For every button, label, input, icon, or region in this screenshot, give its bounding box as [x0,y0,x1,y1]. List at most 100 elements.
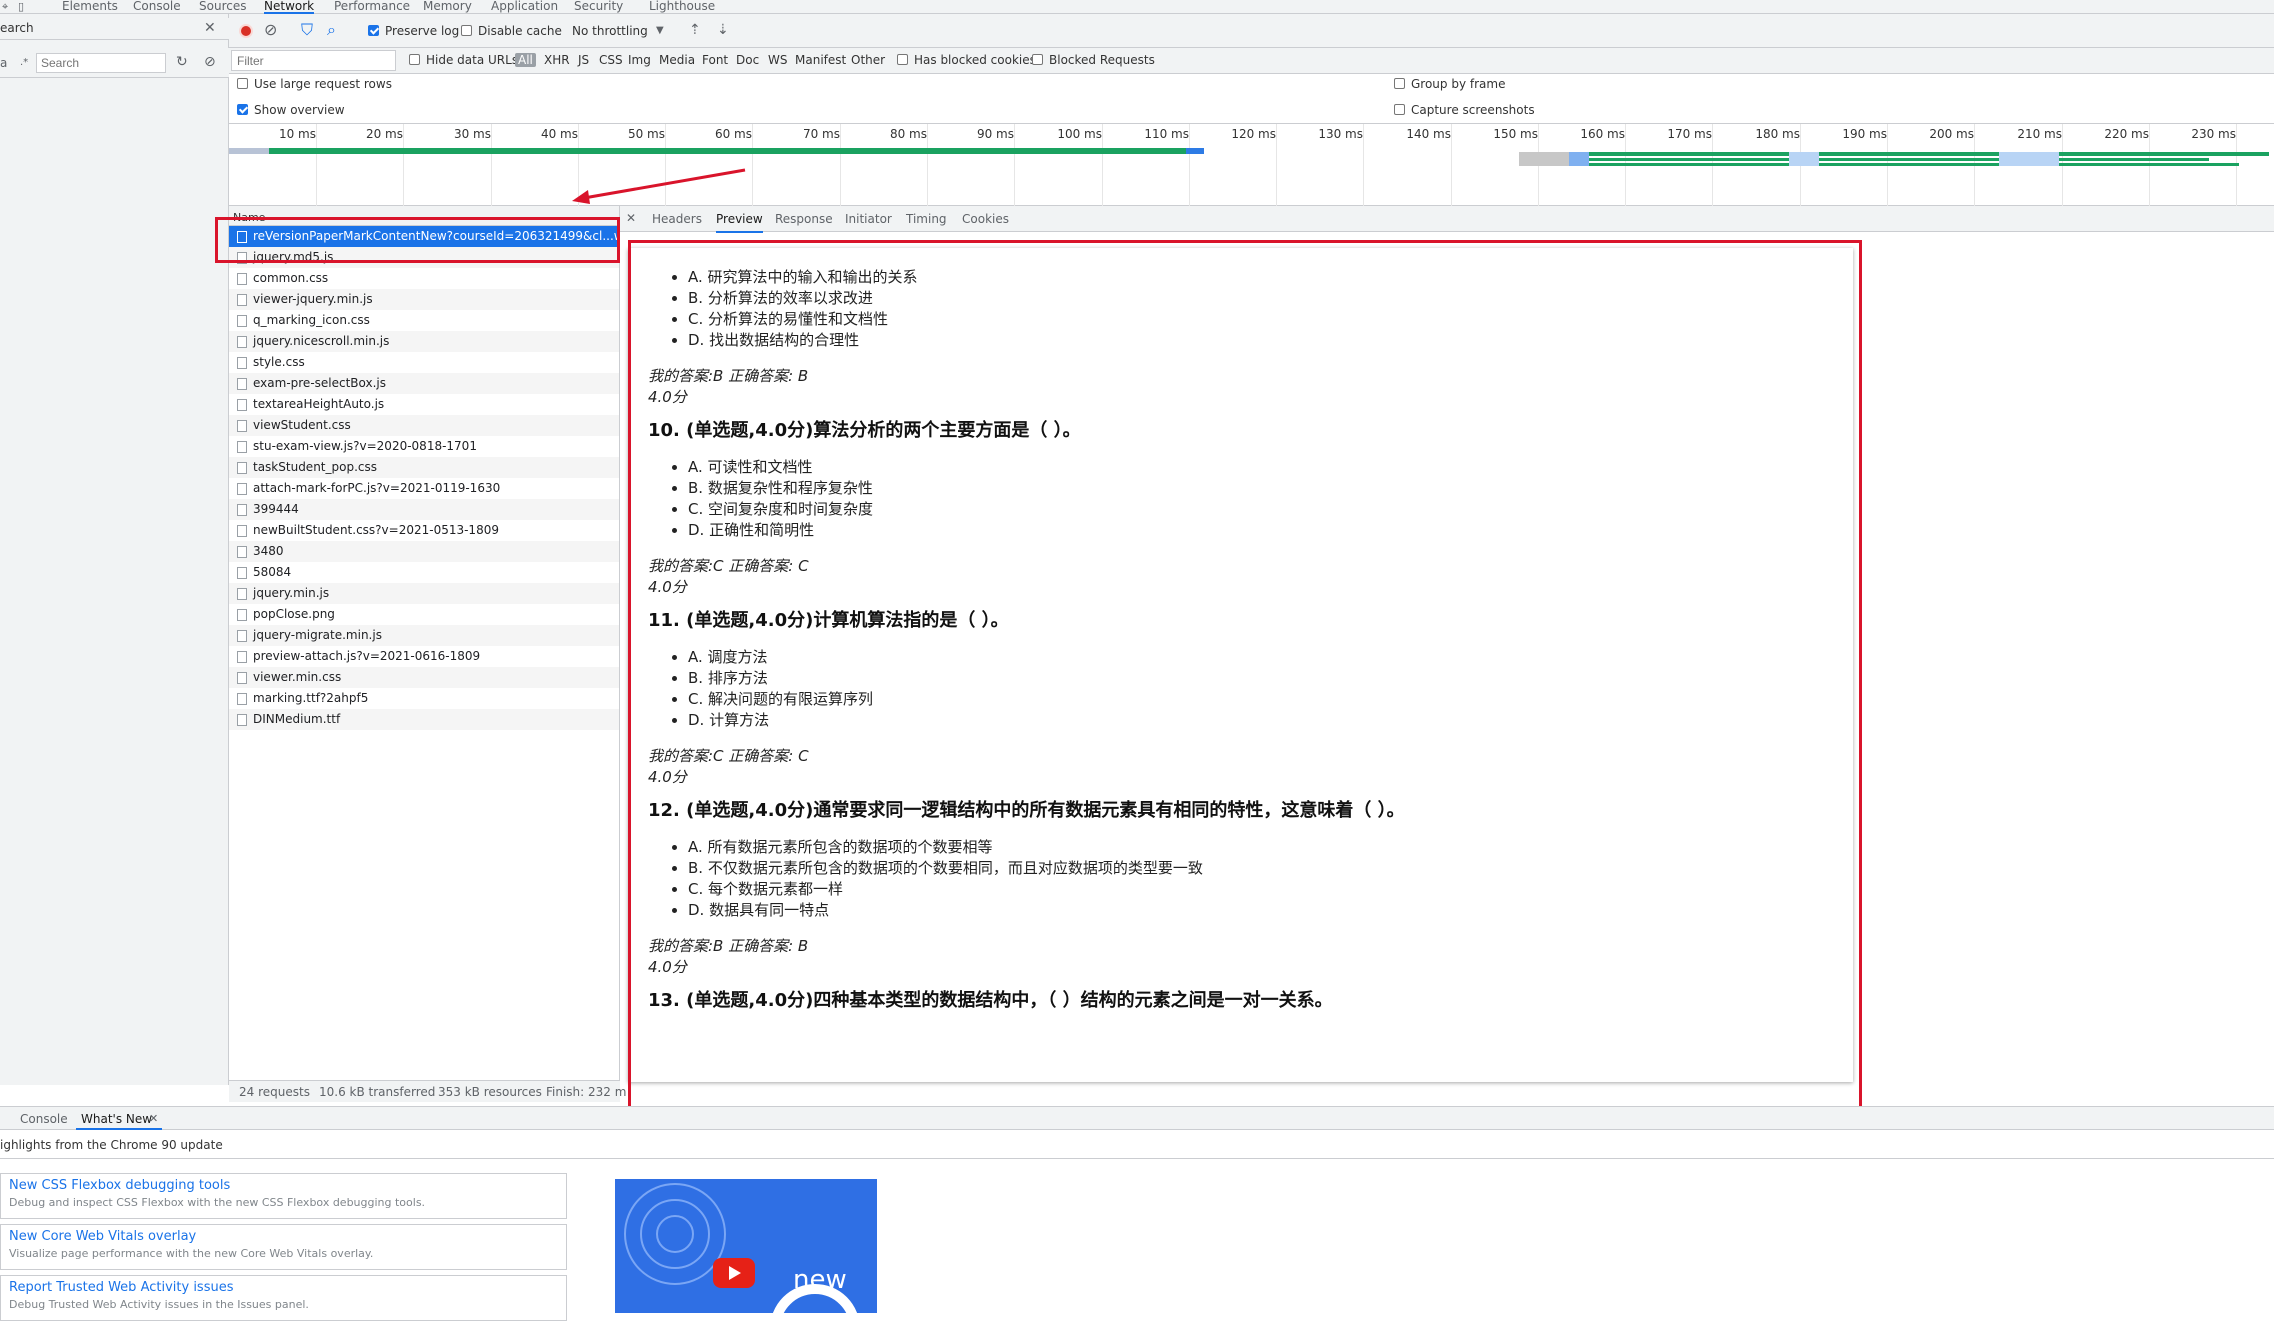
large-rows-checkbox[interactable] [237,78,248,93]
filter-type-font[interactable]: Font [702,53,728,67]
tab-preview[interactable]: Preview [716,212,763,233]
request-row[interactable]: exam-pre-selectBox.js [229,373,619,394]
search-icon[interactable]: ⌕ [327,22,336,38]
filter-type-xhr[interactable]: XHR [544,53,570,67]
device-toggle-icon[interactable]: ▯ [18,0,24,14]
highlights-title: ighlights from the Chrome 90 update [0,1138,223,1152]
tab-elements[interactable]: Elements [62,0,118,14]
blocked-requests-checkbox[interactable] [1032,54,1043,69]
card-title[interactable]: New Core Web Vitals overlay [9,1229,196,1244]
regex-icon[interactable]: .* [20,56,28,70]
request-name: style.css [253,355,305,369]
tab-application[interactable]: Application [491,0,558,14]
record-icon[interactable] [239,24,253,38]
filter-input[interactable] [231,50,396,71]
import-har-icon[interactable]: ⇡ [689,23,701,37]
timeline-tick: 160 ms [1580,127,1625,141]
refresh-icon[interactable]: ↻ [176,55,188,69]
resources-size: 353 kB resources [438,1085,542,1099]
filter-icon[interactable]: ⛉ [301,22,313,38]
request-row[interactable]: 3480 [229,541,619,562]
card-title[interactable]: New CSS Flexbox debugging tools [9,1178,230,1193]
inspect-icon[interactable]: ⌖ [2,0,8,14]
network-overview[interactable]: 10 ms 20 ms 30 ms 40 ms 50 ms 60 ms 70 m… [229,124,2274,206]
tab-console[interactable]: Console [133,0,181,14]
group-by-frame-label: Group by frame [1411,77,1506,91]
request-list: Name reVersionPaperMarkContentNew?course… [229,206,620,1082]
group-by-frame-checkbox[interactable] [1394,78,1405,93]
tab-headers[interactable]: Headers [652,212,702,226]
request-row[interactable]: preview-attach.js?v=2021-0616-1809 [229,646,619,667]
drawer-tab-console[interactable]: Console [20,1112,68,1126]
request-row[interactable]: style.css [229,352,619,373]
request-row[interactable]: textareaHeightAuto.js [229,394,619,415]
card-title[interactable]: Report Trusted Web Activity issues [9,1280,234,1295]
devtools-tabbar: ⌖ ▯ Elements Console Sources Network Per… [0,0,2274,14]
tab-response[interactable]: Response [775,212,833,226]
filter-type-manifest[interactable]: Manifest [795,53,846,67]
request-row[interactable]: marking.ttf?2ahpf5 [229,688,619,709]
whats-new-card[interactable]: New CSS Flexbox debugging tools Debug an… [0,1173,567,1219]
drawer-tab-whats-new[interactable]: What's New [81,1112,152,1126]
export-har-icon[interactable]: ⇣ [717,23,729,37]
request-row[interactable]: common.css [229,268,619,289]
file-icon [237,483,247,495]
preserve-log-label: Preserve log [385,24,460,38]
file-icon [237,357,247,369]
request-row[interactable]: jquery.min.js [229,583,619,604]
capture-screenshots-checkbox[interactable] [1394,104,1405,119]
search-case-label: a [0,56,8,70]
preserve-log-checkbox[interactable] [368,25,379,40]
chevron-down-icon[interactable]: ▼ [656,24,664,38]
request-row[interactable]: 58084 [229,562,619,583]
clear-icon[interactable]: ⊘ [204,55,216,69]
disable-cache-checkbox[interactable] [461,25,472,40]
tab-timing[interactable]: Timing [906,212,947,226]
throttling-select[interactable]: No throttling [572,24,648,38]
tab-initiator[interactable]: Initiator [845,212,892,226]
tab-security[interactable]: Security [574,0,623,14]
whats-new-card[interactable]: New Core Web Vitals overlay Visualize pa… [0,1224,567,1270]
tab-performance[interactable]: Performance [334,0,410,14]
search-input[interactable] [36,53,166,73]
request-row[interactable]: q_marking_icon.css [229,310,619,331]
request-row[interactable]: popClose.png [229,604,619,625]
filter-type-all[interactable]: All [515,53,536,67]
clear-log-icon[interactable]: ⊘ [264,22,277,38]
show-overview-checkbox[interactable] [237,104,248,119]
request-row[interactable]: jquery-migrate.min.js [229,625,619,646]
timeline-tick: 180 ms [1755,127,1800,141]
filter-type-media[interactable]: Media [659,53,695,67]
tab-cookies[interactable]: Cookies [962,212,1009,226]
tab-lighthouse[interactable]: Lighthouse [649,0,715,14]
tab-memory[interactable]: Memory [423,0,472,14]
filter-type-js[interactable]: JS [578,53,589,67]
large-rows-label: Use large request rows [254,77,392,91]
request-row[interactable]: viewer-jquery.min.js [229,289,619,310]
filter-type-other[interactable]: Other [851,53,885,67]
filter-type-img[interactable]: Img [628,53,651,67]
play-icon[interactable] [713,1258,755,1288]
request-row[interactable]: viewStudent.css [229,415,619,436]
whats-new-card[interactable]: Report Trusted Web Activity issues Debug… [0,1275,567,1321]
request-row[interactable]: attach-mark-forPC.js?v=2021-0119-1630 [229,478,619,499]
request-row[interactable]: viewer.min.css [229,667,619,688]
filter-type-css[interactable]: CSS [599,53,623,67]
filter-type-ws[interactable]: WS [768,53,787,67]
close-icon[interactable]: ✕ [149,1112,158,1126]
request-row[interactable]: DINMedium.ttf [229,709,619,730]
tab-sources[interactable]: Sources [199,0,246,14]
video-thumbnail[interactable]: new [615,1179,877,1313]
tab-network[interactable]: Network [264,0,315,14]
request-row[interactable]: taskStudent_pop.css [229,457,619,478]
close-icon[interactable]: ✕ [204,21,216,35]
request-row[interactable]: stu-exam-view.js?v=2020-0818-1701 [229,436,619,457]
close-detail-icon[interactable]: ✕ [626,211,636,225]
request-name: popClose.png [253,607,335,621]
request-row[interactable]: newBuiltStudent.css?v=2021-0513-1809 [229,520,619,541]
has-blocked-cookies-checkbox[interactable] [897,54,908,69]
filter-type-doc[interactable]: Doc [736,53,759,67]
hide-data-urls-checkbox[interactable] [409,54,420,69]
request-row[interactable]: jquery.nicescroll.min.js [229,331,619,352]
request-row[interactable]: 399444 [229,499,619,520]
